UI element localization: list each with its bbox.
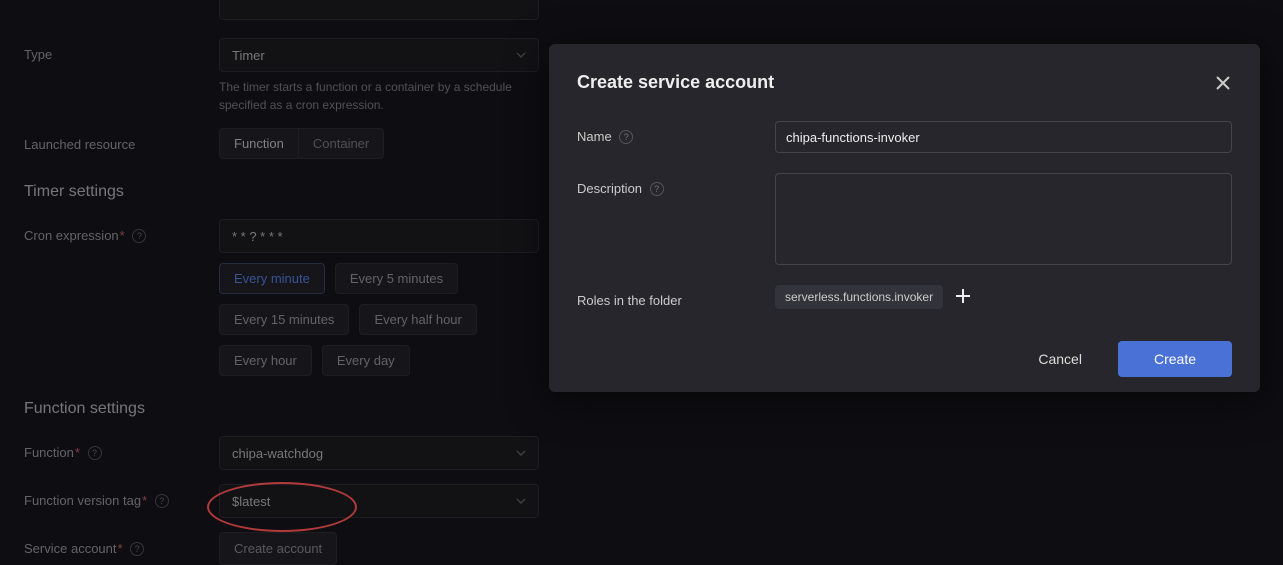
cron-expression-label: Cron expression* ? xyxy=(24,219,219,244)
required-marker: * xyxy=(142,493,147,508)
preset-every-hour[interactable]: Every hour xyxy=(219,345,312,376)
help-icon[interactable]: ? xyxy=(132,229,146,243)
roles-label: Roles in the folder xyxy=(577,285,775,308)
function-value: chipa-watchdog xyxy=(232,446,323,461)
type-hint: The timer starts a function or a contain… xyxy=(219,78,539,114)
chevron-down-icon xyxy=(516,496,526,507)
service-account-label: Service account* ? xyxy=(24,532,219,557)
preset-every-15-minutes[interactable]: Every 15 minutes xyxy=(219,304,349,335)
help-icon[interactable]: ? xyxy=(130,542,144,556)
preset-every-5-minutes[interactable]: Every 5 minutes xyxy=(335,263,458,294)
function-select[interactable]: chipa-watchdog xyxy=(219,436,539,470)
close-icon[interactable] xyxy=(1214,74,1232,92)
modal-title: Create service account xyxy=(577,72,774,93)
type-select[interactable]: Timer xyxy=(219,38,539,72)
cancel-button[interactable]: Cancel xyxy=(1022,341,1098,377)
name-label: Name ? xyxy=(577,121,775,145)
name-input[interactable] xyxy=(775,121,1232,153)
cron-expression-input[interactable]: * * ? * * * xyxy=(219,219,539,253)
chevron-down-icon xyxy=(516,448,526,459)
required-marker: * xyxy=(118,541,123,556)
launched-function-btn[interactable]: Function xyxy=(219,128,299,159)
help-icon[interactable]: ? xyxy=(650,182,664,196)
help-icon[interactable]: ? xyxy=(619,130,633,144)
partial-input-above[interactable] xyxy=(219,0,539,20)
function-version-tag-value: $latest xyxy=(232,494,270,509)
function-settings-heading: Function settings xyxy=(24,400,1259,418)
cron-presets: Every minute Every 5 minutes Every 15 mi… xyxy=(219,263,559,376)
type-value: Timer xyxy=(232,48,265,63)
launched-resource-label: Launched resource xyxy=(24,128,219,152)
create-service-account-modal: Create service account Name ? Descriptio… xyxy=(549,44,1260,392)
chevron-down-icon xyxy=(516,50,526,61)
required-marker: * xyxy=(120,228,125,243)
launched-resource-toggle: Function Container xyxy=(219,128,539,159)
create-button[interactable]: Create xyxy=(1118,341,1232,377)
role-chip[interactable]: serverless.functions.invoker xyxy=(775,285,943,309)
description-textarea[interactable] xyxy=(775,173,1232,265)
cron-value: * * ? * * * xyxy=(232,229,283,244)
add-role-icon[interactable] xyxy=(955,288,971,307)
function-label: Function* ? xyxy=(24,436,219,461)
preset-every-minute[interactable]: Every minute xyxy=(219,263,325,294)
help-icon[interactable]: ? xyxy=(88,446,102,460)
preset-every-half-hour[interactable]: Every half hour xyxy=(359,304,476,335)
required-marker: * xyxy=(75,445,80,460)
preset-every-day[interactable]: Every day xyxy=(322,345,410,376)
description-label: Description ? xyxy=(577,173,775,197)
function-version-tag-select[interactable]: $latest xyxy=(219,484,539,518)
help-icon[interactable]: ? xyxy=(155,494,169,508)
create-account-button[interactable]: Create account xyxy=(219,532,337,565)
launched-container-btn[interactable]: Container xyxy=(299,128,384,159)
type-label: Type xyxy=(24,38,219,62)
function-version-tag-label: Function version tag* ? xyxy=(24,484,219,509)
